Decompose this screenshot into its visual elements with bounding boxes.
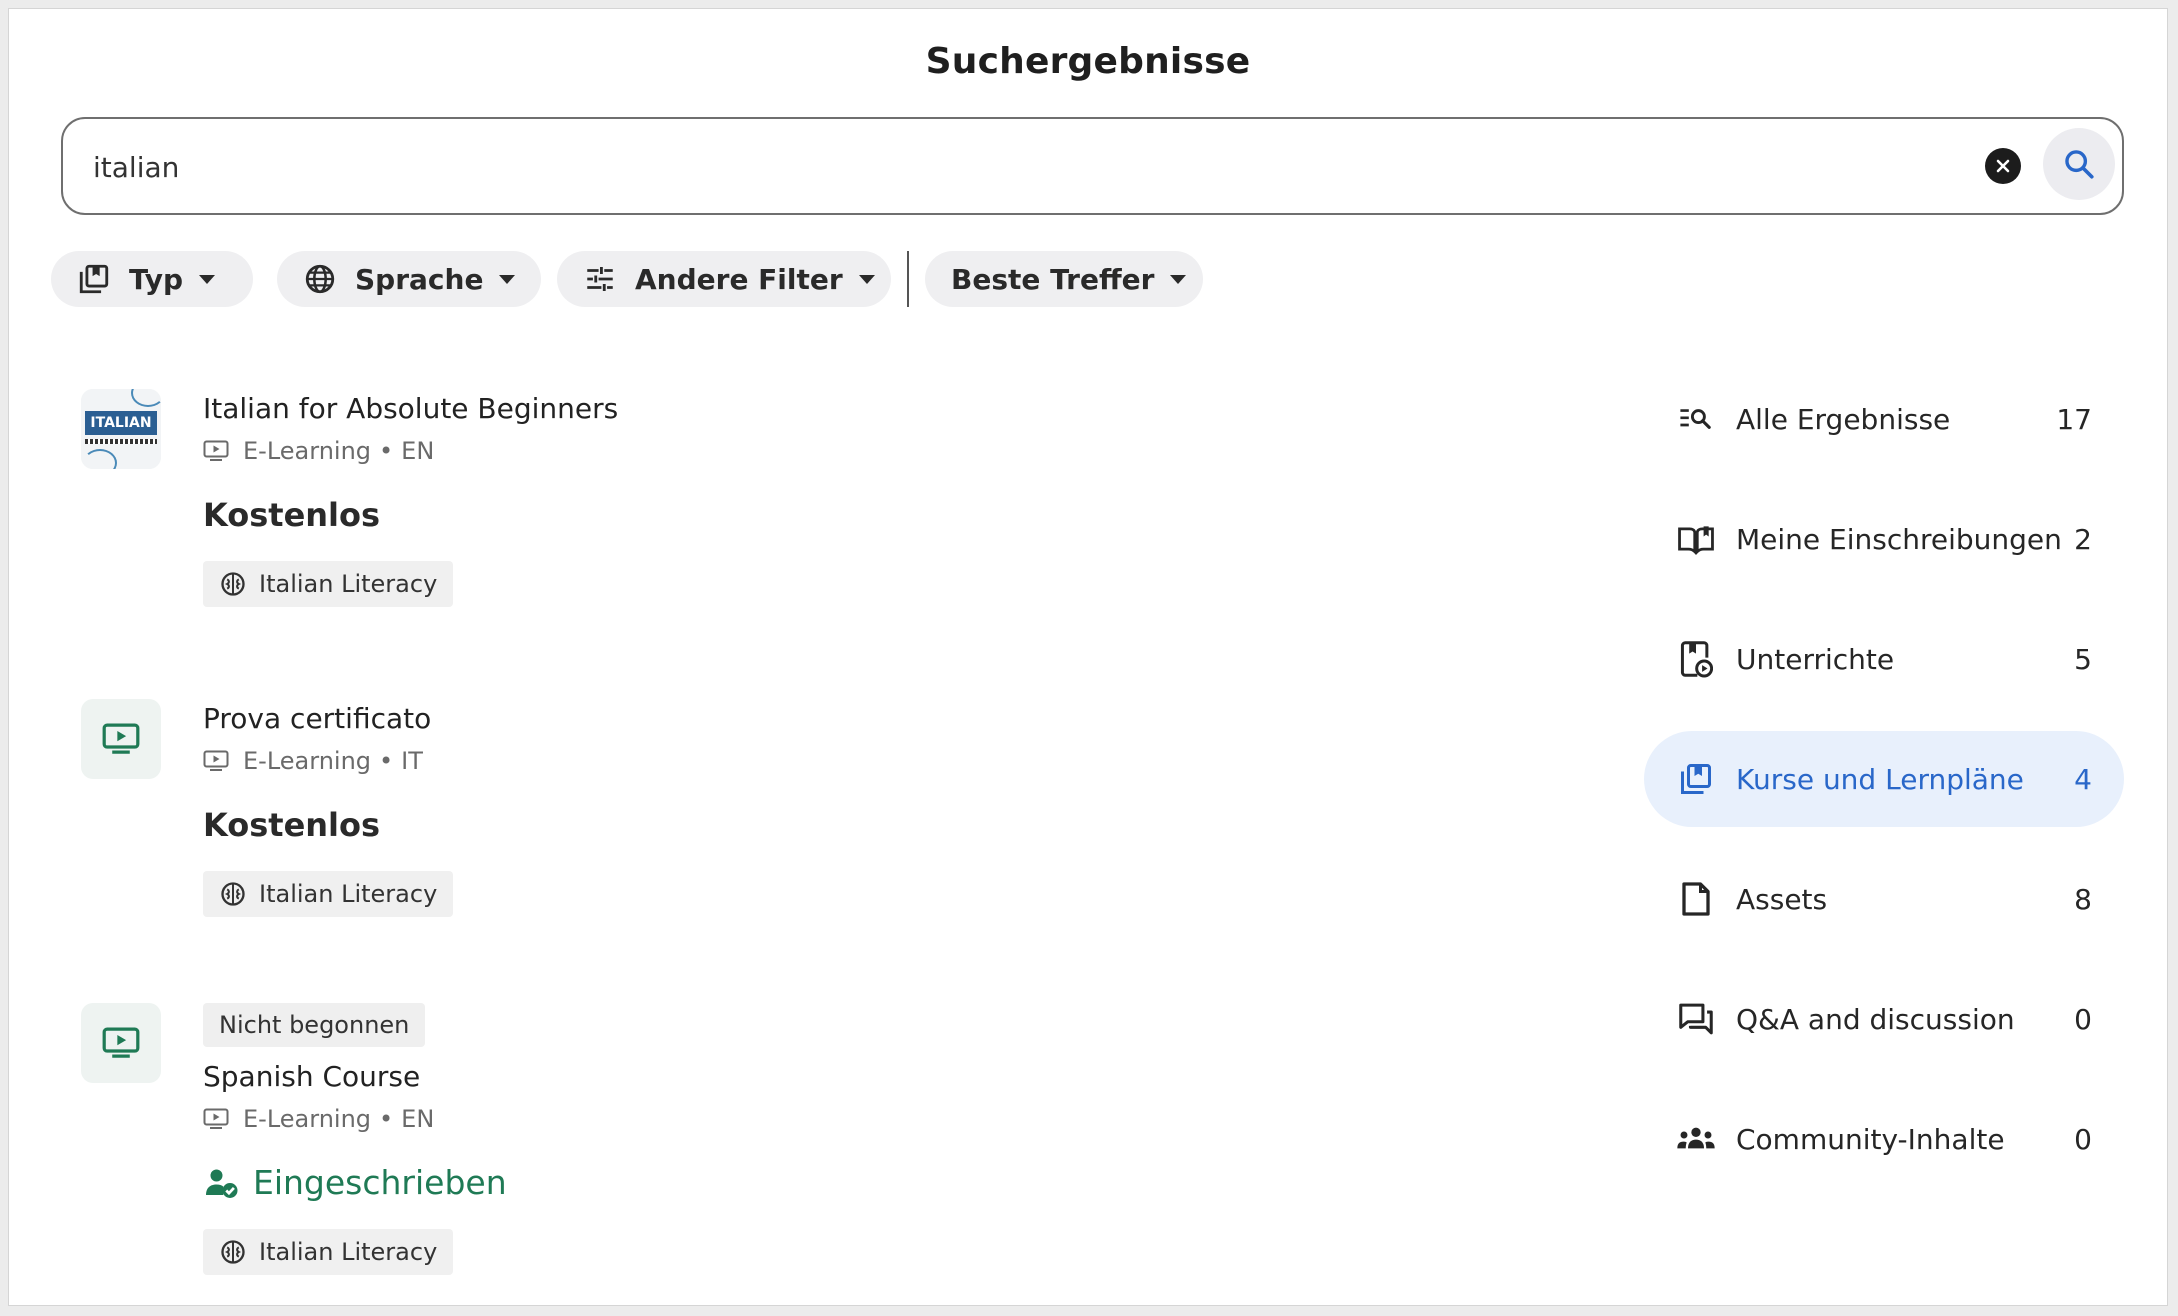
- category-community-content[interactable]: Community-Inhalte 0: [1644, 1091, 2124, 1187]
- brain-icon: [221, 1240, 245, 1264]
- category-label: Unterrichte: [1736, 642, 1895, 676]
- skill-label: Italian Literacy: [259, 570, 438, 598]
- result-type: E-Learning: [243, 437, 372, 465]
- brain-icon: [221, 572, 245, 596]
- category-qa-discussion[interactable]: Q&A and discussion 0: [1644, 971, 2124, 1067]
- type-filter-label: Typ: [129, 262, 184, 296]
- category-count: 5: [2074, 642, 2092, 676]
- result-type: E-Learning: [243, 1105, 372, 1133]
- result-meta: E-Learning • EN: [203, 433, 618, 469]
- thumbnail-text: ITALIAN: [85, 411, 157, 435]
- result-language: IT: [401, 747, 423, 775]
- category-label: Assets: [1736, 882, 1828, 916]
- document-icon: [1676, 879, 1716, 919]
- lesson-icon: [1676, 639, 1716, 679]
- chevron-down-icon: [1170, 274, 1187, 284]
- sort-label: Beste Treffer: [951, 262, 1155, 296]
- discussion-icon: [1676, 999, 1716, 1039]
- category-count: 17: [2056, 402, 2092, 436]
- status-badge: Nicht begonnen: [203, 1003, 426, 1047]
- filter-bar: Typ Sprache Andere Filter Beste Treffer: [51, 251, 1301, 307]
- category-count: 0: [2074, 1002, 2092, 1036]
- brain-icon: [221, 882, 245, 906]
- result-language: EN: [401, 437, 435, 465]
- course-library-icon: [1676, 759, 1716, 799]
- enrollment-status: Eingeschrieben: [203, 1163, 507, 1203]
- book-icon: [1676, 519, 1716, 559]
- meta-separator: •: [379, 1105, 394, 1133]
- category-courses-and-learning-plans[interactable]: Kurse und Lernpläne 4: [1644, 731, 2124, 827]
- category-lessons[interactable]: Unterrichte 5: [1644, 611, 2124, 707]
- result-price: Kostenlos: [203, 806, 381, 844]
- category-count: 8: [2074, 882, 2092, 916]
- skill-tag[interactable]: Italian Literacy: [203, 1229, 454, 1275]
- category-label: Q&A and discussion: [1736, 1002, 2015, 1036]
- search-results-page: Suchergebnisse Typ Sprache: [8, 8, 2168, 1306]
- result-language: EN: [401, 1105, 435, 1133]
- result-price: Kostenlos: [203, 496, 381, 534]
- result-meta: E-Learning • EN: [203, 1101, 507, 1137]
- category-label: Alle Ergebnisse: [1736, 402, 1951, 436]
- category-assets[interactable]: Assets 8: [1644, 851, 2124, 947]
- category-count: 0: [2074, 1122, 2092, 1156]
- language-filter-label: Sprache: [355, 262, 484, 296]
- clear-search-button[interactable]: [1985, 148, 2021, 184]
- search-list-icon: [1676, 399, 1716, 439]
- search-button[interactable]: [2043, 128, 2115, 200]
- search-box: [61, 117, 2124, 215]
- category-count: 4: [2074, 762, 2092, 796]
- chevron-down-icon: [499, 274, 516, 284]
- skill-tag[interactable]: Italian Literacy: [203, 561, 454, 607]
- language-filter-button[interactable]: Sprache: [277, 251, 541, 307]
- category-label: Meine Einschreibungen: [1736, 522, 2062, 556]
- type-filter-button[interactable]: Typ: [51, 251, 253, 307]
- category-my-enrollments[interactable]: Meine Einschreibungen 2: [1644, 491, 2124, 587]
- page-title: Suchergebnisse: [925, 41, 1251, 82]
- search-input[interactable]: [91, 119, 1995, 215]
- meta-separator: •: [379, 437, 394, 465]
- video-icon: [102, 723, 140, 754]
- video-icon: [203, 439, 231, 463]
- meta-separator: •: [379, 747, 394, 775]
- sort-button[interactable]: Beste Treffer: [925, 251, 1203, 307]
- category-all-results[interactable]: Alle Ergebnisse 17: [1644, 371, 2124, 467]
- community-icon: [1676, 1119, 1716, 1159]
- course-thumbnail: [81, 699, 161, 779]
- category-label: Community-Inhalte: [1736, 1122, 2005, 1156]
- skill-tag[interactable]: Italian Literacy: [203, 871, 454, 917]
- close-icon: [1996, 159, 2010, 173]
- search-icon: [2065, 150, 2094, 179]
- result-meta: E-Learning • IT: [203, 743, 453, 779]
- course-thumbnail: ITALIAN: [81, 389, 161, 469]
- library-icon: [77, 262, 111, 296]
- video-icon: [203, 1107, 231, 1131]
- result-title[interactable]: Spanish Course: [203, 1057, 507, 1097]
- enrolled-user-icon: [206, 1169, 238, 1198]
- category-count: 2: [2074, 522, 2092, 556]
- other-filters-label: Andere Filter: [635, 262, 843, 296]
- result-title[interactable]: Italian for Absolute Beginners: [203, 389, 618, 429]
- category-label: Kurse und Lernpläne: [1736, 762, 2024, 796]
- result-type: E-Learning: [243, 747, 372, 775]
- globe-icon: [303, 262, 337, 296]
- result-title[interactable]: Prova certificato: [203, 699, 453, 739]
- other-filters-button[interactable]: Andere Filter: [557, 251, 891, 307]
- skill-label: Italian Literacy: [259, 880, 438, 908]
- video-icon: [102, 1027, 140, 1058]
- course-thumbnail: [81, 1003, 161, 1083]
- enrollment-label: Eingeschrieben: [253, 1163, 507, 1202]
- video-icon: [203, 749, 231, 773]
- sliders-icon: [583, 262, 617, 296]
- filter-divider: [907, 251, 909, 307]
- skill-label: Italian Literacy: [259, 1238, 438, 1266]
- chevron-down-icon: [858, 274, 875, 284]
- chevron-down-icon: [199, 274, 216, 284]
